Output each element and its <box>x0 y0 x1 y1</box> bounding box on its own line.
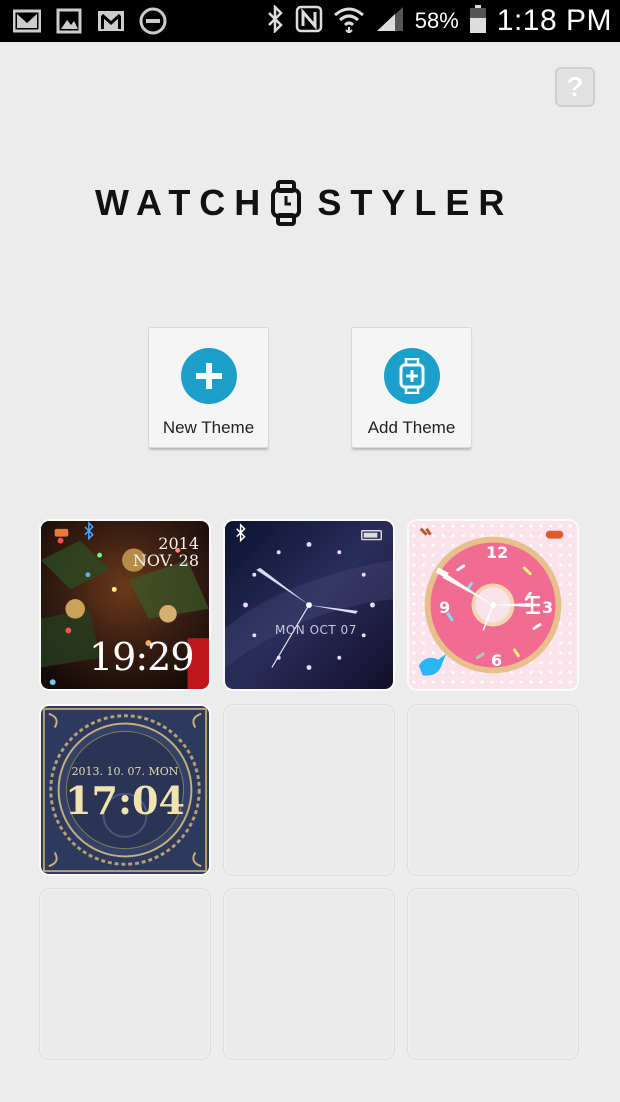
theme-thumbnail-galaxy[interactable]: MON OCT 07 <box>223 519 395 691</box>
theme-numeral-3: 3 <box>542 598 554 617</box>
empty-theme-slot[interactable] <box>223 888 395 1060</box>
theme-date: 2013. 10. 07. MON <box>71 765 179 778</box>
logo-text-watch: WATCH <box>95 182 270 223</box>
theme-numeral-6: 6 <box>491 651 503 670</box>
signal-icon <box>375 5 405 38</box>
add-theme-button[interactable]: Add Theme <box>351 327 472 448</box>
logo-text-styler: STYLER <box>317 182 514 223</box>
watch-add-icon <box>384 348 440 404</box>
new-theme-button[interactable]: New Theme <box>148 327 269 448</box>
clock: 1:18 PM <box>496 4 612 37</box>
plus-icon <box>181 348 237 404</box>
gallery-icon <box>54 6 84 36</box>
system-icons: 58% 1:18 PM <box>265 3 612 39</box>
notification-icons <box>12 6 168 36</box>
bluetooth-icon <box>265 3 285 38</box>
battery-icon <box>469 4 487 39</box>
theme-date-day: NOV. 28 <box>132 551 199 570</box>
theme-numeral-9: 9 <box>439 598 451 617</box>
theme-time: 17:04 <box>65 778 185 823</box>
theme-thumbnail-donut[interactable]: 12 3 6 9 <box>407 519 579 691</box>
add-theme-label: Add Theme <box>367 418 456 437</box>
nfc-icon <box>295 5 323 38</box>
new-theme-label: New Theme <box>162 418 255 437</box>
watch-icon <box>271 180 302 226</box>
do-not-disturb-icon <box>138 6 168 36</box>
help-button[interactable]: ? <box>555 67 595 107</box>
empty-theme-slot[interactable] <box>407 888 579 1060</box>
theme-date: MON OCT 07 <box>275 623 357 637</box>
gmail-icon <box>12 6 42 36</box>
status-bar: 58% 1:18 PM <box>0 0 620 42</box>
theme-time: 19:29 <box>89 635 195 679</box>
gmail-icon <box>96 6 126 36</box>
theme-date-year: 2014 <box>158 534 199 553</box>
empty-theme-slot[interactable] <box>223 704 395 876</box>
empty-theme-slot[interactable] <box>39 888 211 1060</box>
wifi-icon <box>333 5 365 38</box>
battery-percent: 58% <box>414 8 459 33</box>
theme-thumbnail-royal[interactable]: 2013. 10. 07. MON 17:04 <box>39 704 211 876</box>
empty-theme-slot[interactable] <box>407 704 579 876</box>
theme-thumbnail-christmas[interactable]: 2014 NOV. 28 19:29 <box>39 519 211 691</box>
theme-numeral-12: 12 <box>486 543 509 562</box>
app-logo: WATCH STYLER <box>95 178 525 228</box>
